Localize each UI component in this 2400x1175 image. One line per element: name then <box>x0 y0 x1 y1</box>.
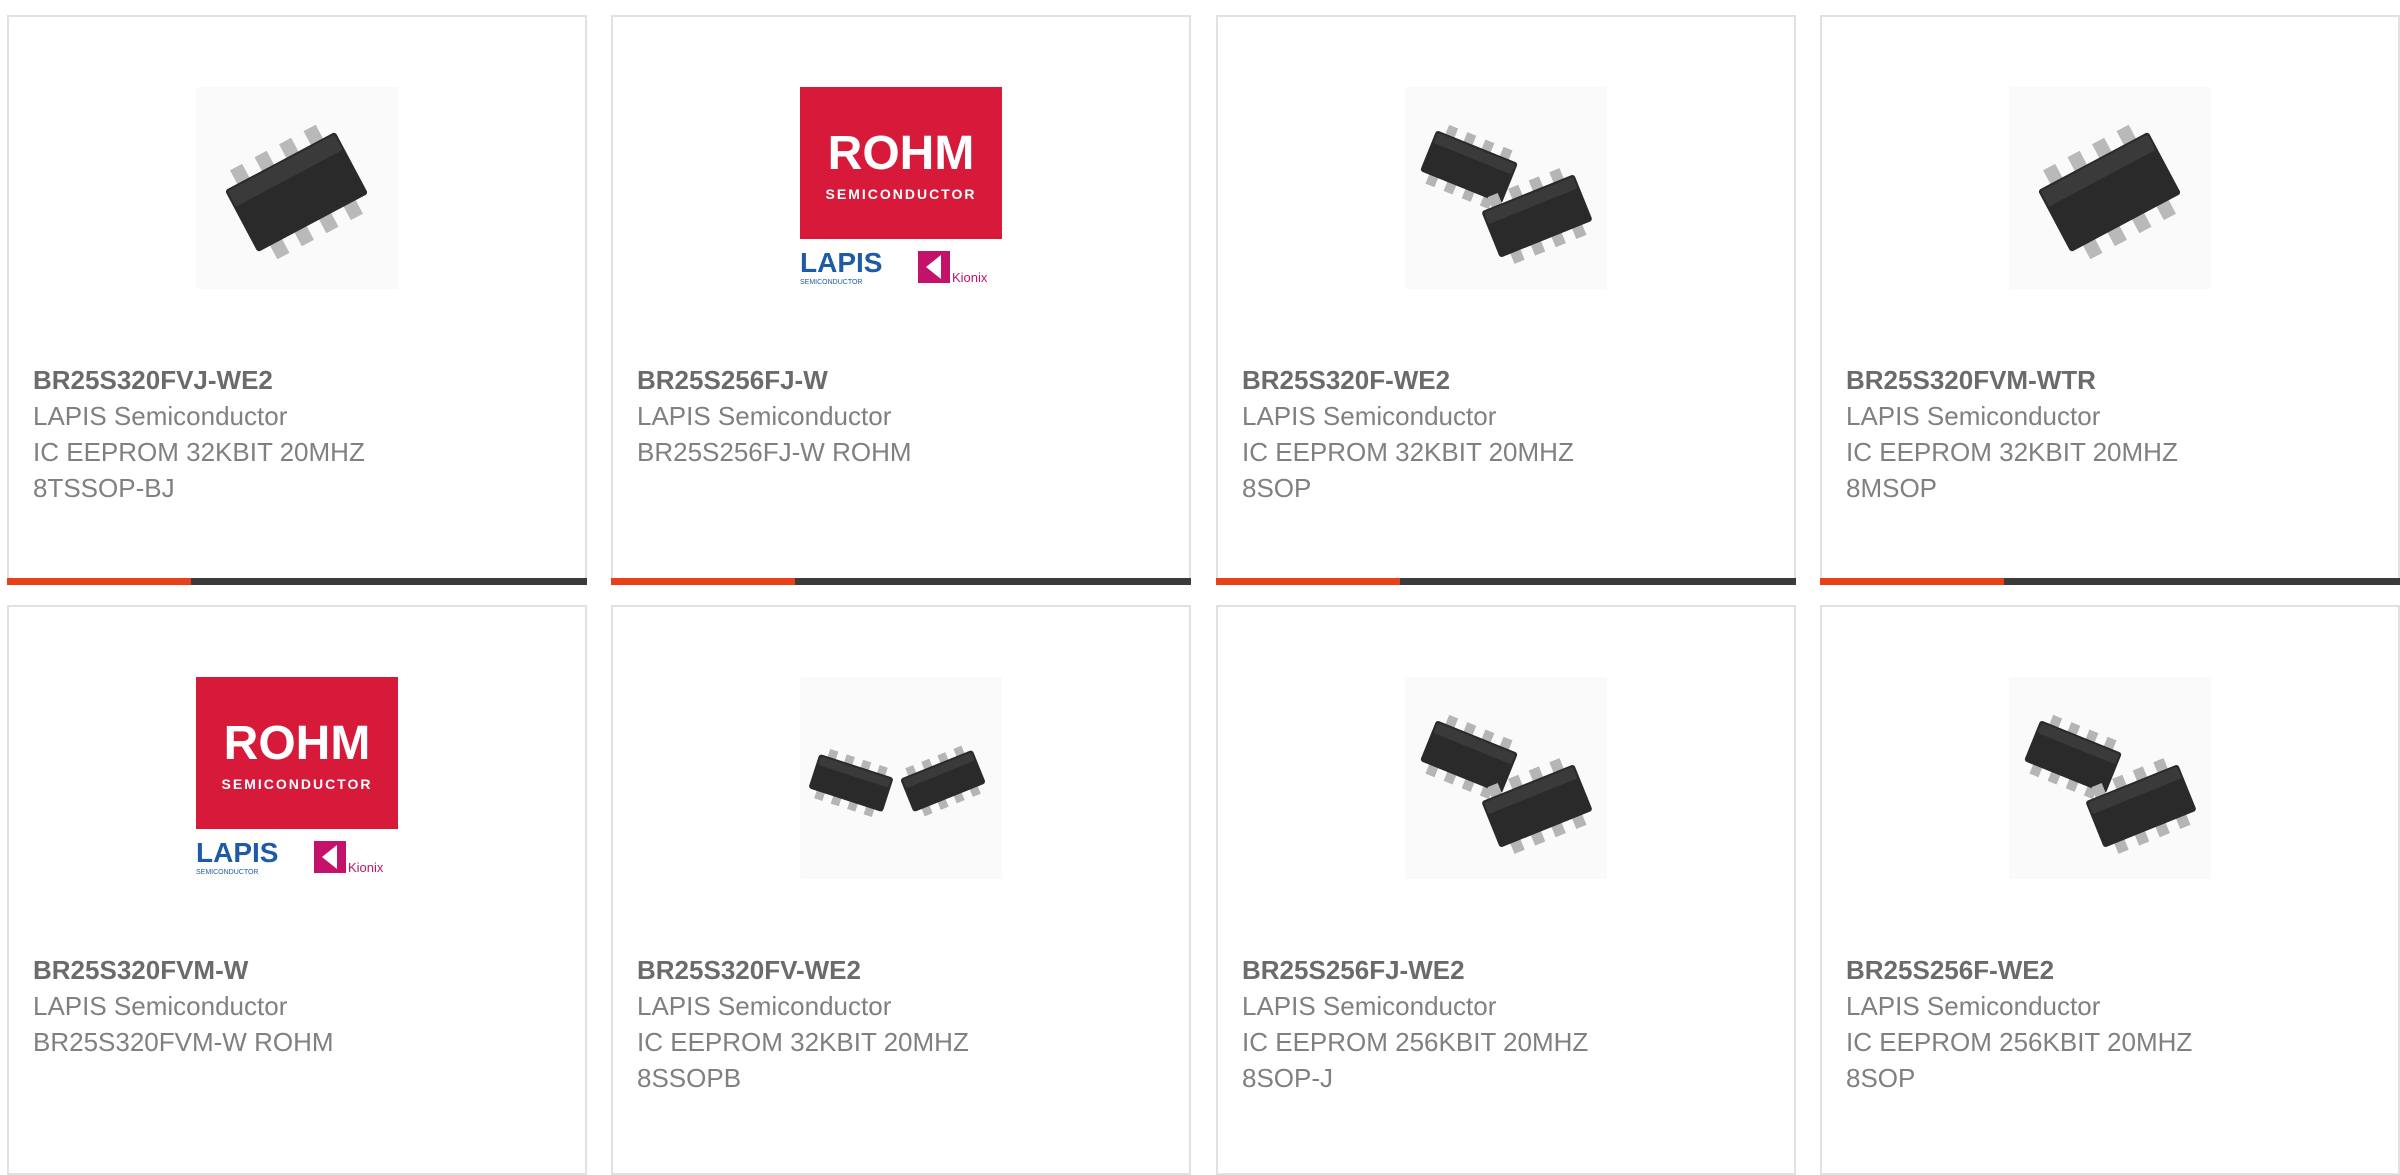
svg-text:Kionix: Kionix <box>952 270 988 285</box>
chip-pair-icon <box>2024 714 2196 854</box>
part-number-link[interactable]: BR25S320FVM-WTR <box>1846 362 2378 398</box>
product-description-line: IC EEPROM 256KBIT 20MHZ <box>1242 1027 1589 1057</box>
product-image[interactable] <box>800 677 1002 879</box>
chip-icon <box>225 124 368 260</box>
rohm-logo-text: ROHM <box>828 127 975 180</box>
svg-text:SEMICONDUCTOR: SEMICONDUCTOR <box>196 869 258 876</box>
manufacturer-name: LAPIS Semiconductor <box>1846 401 2101 431</box>
product-image[interactable]: ROHM SEMICONDUCTOR LAPIS SEMICONDUCTOR K… <box>800 87 1002 289</box>
product-description-line: 8SOP-J <box>1242 1063 1334 1093</box>
product-image[interactable] <box>196 87 398 289</box>
product-description-line: IC EEPROM 32KBIT 20MHZ <box>637 1027 969 1057</box>
product-info: BR25S256F-WE2 LAPIS Semiconductor IC EEPRO… <box>1846 952 2378 1096</box>
product-image[interactable]: ROHM SEMICONDUCTOR LAPIS SEMICONDUCTOR K… <box>196 677 398 879</box>
product-card[interactable]: BR25S256F-WE2 LAPIS Semiconductor IC EEPRO… <box>1820 605 2400 1175</box>
manufacturer-name: LAPIS Semiconductor <box>637 991 892 1021</box>
product-info: BR25S320FVJ-WE2 LAPIS Semiconductor IC EEP… <box>33 362 565 506</box>
product-image[interactable] <box>1405 87 1607 289</box>
svg-text:SEMICONDUCTOR: SEMICONDUCTOR <box>222 776 373 792</box>
card-progress-bar <box>1820 578 2400 585</box>
svg-text:SEMICONDUCTOR: SEMICONDUCTOR <box>800 279 862 286</box>
card-progress-bar <box>1216 578 1796 585</box>
progress-accent <box>611 578 795 585</box>
product-description-line: BR25S256FJ-W ROHM <box>637 437 912 467</box>
part-number-link[interactable]: BR25S320F-WE2 <box>1242 362 1774 398</box>
chip-pair-icon <box>809 745 985 818</box>
product-card[interactable]: BR25S256FJ-WE2 LAPIS Semiconductor IC EEPR… <box>1216 605 1796 1175</box>
manufacturer-name: LAPIS Semiconductor <box>1846 991 2101 1021</box>
product-card[interactable]: ROHM SEMICONDUCTOR LAPIS SEMICONDUCTOR K… <box>611 15 1191 585</box>
product-image[interactable] <box>2009 87 2211 289</box>
product-description-line: IC EEPROM 32KBIT 20MHZ <box>1242 437 1574 467</box>
product-info: BR25S256FJ-W LAPIS Semiconductor BR25S256F… <box>637 362 1169 470</box>
svg-text:LAPIS: LAPIS <box>196 837 278 868</box>
rohm-logo: ROHM SEMICONDUCTOR LAPIS SEMICONDUCTOR K… <box>196 677 398 879</box>
progress-accent <box>7 578 191 585</box>
part-number-link[interactable]: BR25S256FJ-WE2 <box>1242 952 1774 988</box>
chip-icon <box>2038 124 2181 260</box>
product-description-line: BR25S320FVM-W ROHM <box>33 1027 334 1057</box>
part-number-link[interactable]: BR25S256FJ-W <box>637 362 1169 398</box>
rohm-logo-text: ROHM <box>224 717 371 770</box>
svg-text:SEMICONDUCTOR: SEMICONDUCTOR <box>826 186 977 202</box>
product-info: BR25S320FV-WE2 LAPIS Semiconductor IC EEPR… <box>637 952 1169 1096</box>
progress-accent <box>1820 578 2004 585</box>
part-number-link[interactable]: BR25S320FVM-W <box>33 952 565 988</box>
chip-pair-icon <box>1420 124 1592 264</box>
product-description-line: 8SOP <box>1242 473 1312 503</box>
svg-text:LAPIS: LAPIS <box>800 247 882 278</box>
manufacturer-name: LAPIS Semiconductor <box>637 401 892 431</box>
product-card[interactable]: BR25S320FVJ-WE2 LAPIS Semiconductor IC EEP… <box>7 15 587 585</box>
product-description-line: 8MSOP <box>1846 473 1938 503</box>
product-image[interactable] <box>1405 677 1607 879</box>
progress-accent <box>1216 578 1400 585</box>
product-card[interactable]: ROHM SEMICONDUCTOR LAPIS SEMICONDUCTOR K… <box>7 605 587 1175</box>
product-description-line: IC EEPROM 256KBIT 20MHZ <box>1846 1027 2193 1057</box>
product-description-line: 8TSSOP-BJ <box>33 473 175 503</box>
product-description-line: 8SSOPB <box>637 1063 742 1093</box>
product-description-line: 8SOP <box>1846 1063 1916 1093</box>
chip-pair-icon <box>1420 714 1592 854</box>
part-number-link[interactable]: BR25S256F-WE2 <box>1846 952 2378 988</box>
product-info: BR25S320F-WE2 LAPIS Semiconductor IC EEPRO… <box>1242 362 1774 506</box>
manufacturer-name: LAPIS Semiconductor <box>33 991 288 1021</box>
manufacturer-name: LAPIS Semiconductor <box>1242 401 1497 431</box>
product-info: BR25S320FVM-WTR LAPIS Semiconductor IC EEP… <box>1846 362 2378 506</box>
product-card[interactable]: BR25S320F-WE2 LAPIS Semiconductor IC EEPRO… <box>1216 15 1796 585</box>
card-progress-bar <box>7 578 587 585</box>
product-description-line: IC EEPROM 32KBIT 20MHZ <box>33 437 365 467</box>
product-description-line: IC EEPROM 32KBIT 20MHZ <box>1846 437 2178 467</box>
product-image[interactable] <box>2009 677 2211 879</box>
product-info: BR25S256FJ-WE2 LAPIS Semiconductor IC EEPR… <box>1242 952 1774 1096</box>
product-card[interactable]: BR25S320FV-WE2 LAPIS Semiconductor IC EEPR… <box>611 605 1191 1175</box>
part-number-link[interactable]: BR25S320FVJ-WE2 <box>33 362 565 398</box>
card-progress-bar <box>611 578 1191 585</box>
product-card[interactable]: BR25S320FVM-WTR LAPIS Semiconductor IC EEP… <box>1820 15 2400 585</box>
product-info: BR25S320FVM-W LAPIS Semiconductor BR25S320… <box>33 952 565 1060</box>
svg-text:Kionix: Kionix <box>348 860 384 875</box>
product-grid: BR25S320FVJ-WE2 LAPIS Semiconductor IC EEP… <box>0 0 2400 1175</box>
manufacturer-name: LAPIS Semiconductor <box>1242 991 1497 1021</box>
manufacturer-name: LAPIS Semiconductor <box>33 401 288 431</box>
rohm-logo: ROHM SEMICONDUCTOR LAPIS SEMICONDUCTOR K… <box>800 87 1002 289</box>
part-number-link[interactable]: BR25S320FV-WE2 <box>637 952 1169 988</box>
